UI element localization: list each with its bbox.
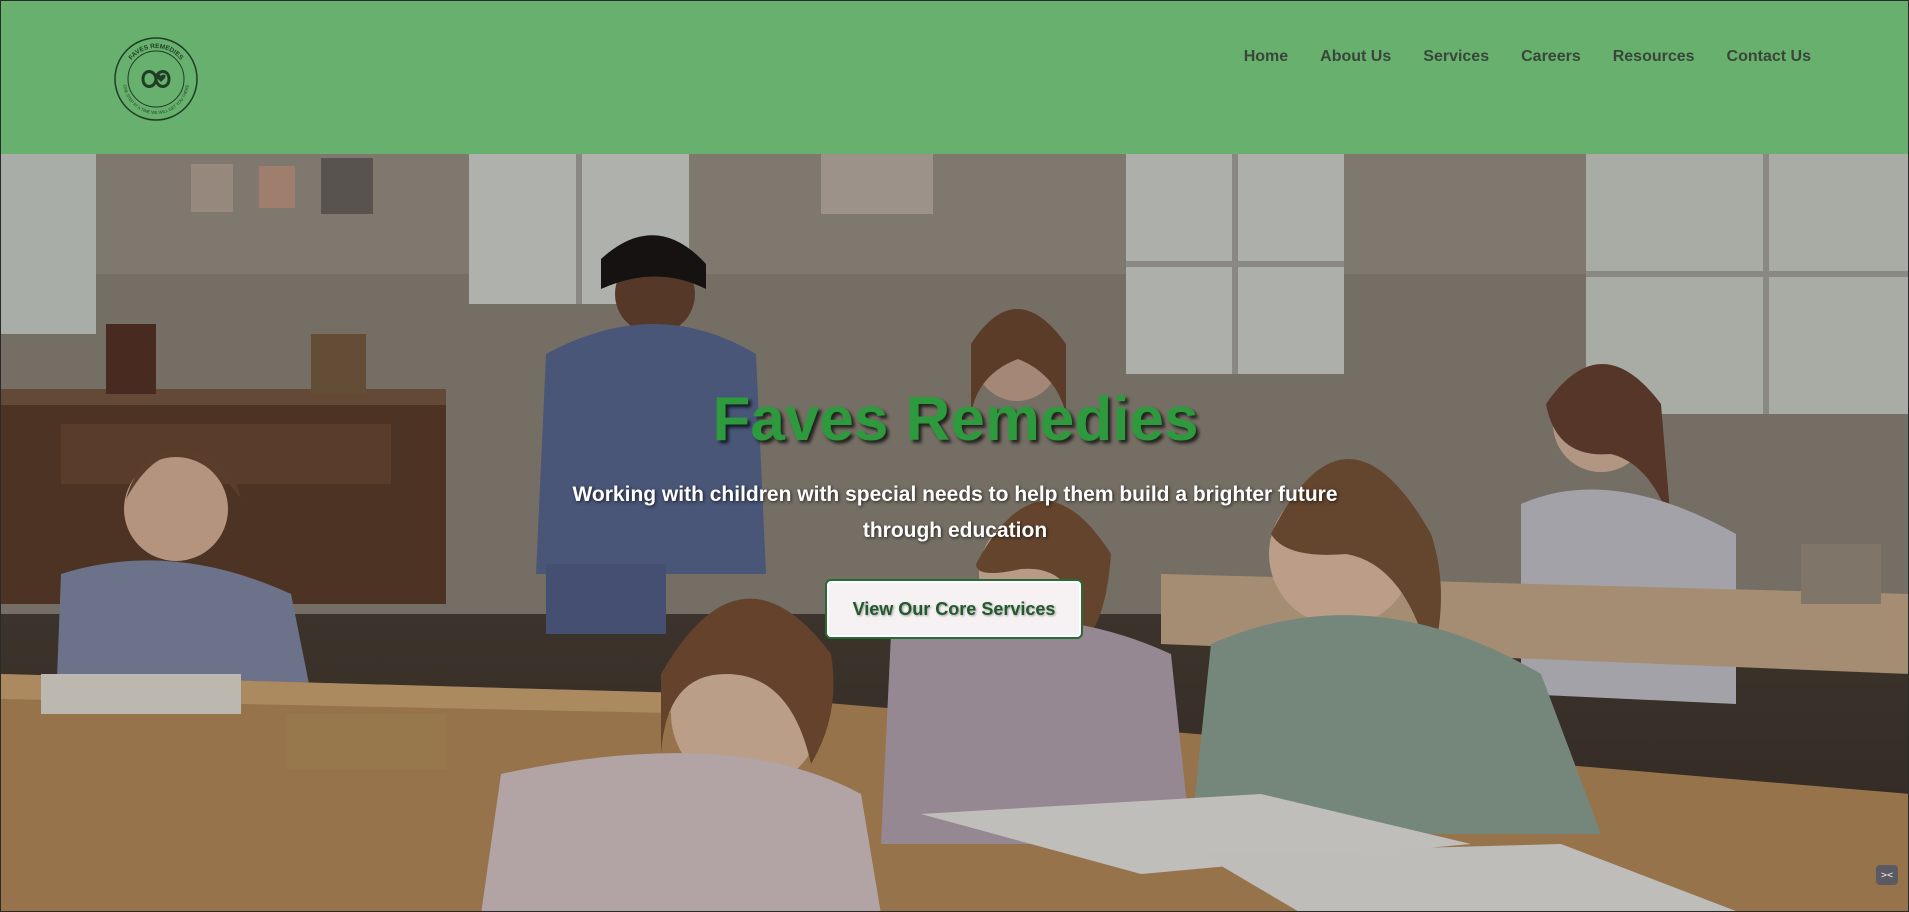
nav-about-us-link[interactable]: About Us: [1320, 48, 1391, 66]
site-logo[interactable]: FAVES REMEDIES ONE STEP AT A TIME WE WIL…: [113, 36, 199, 122]
hero-section: Faves Remedies Working with children wit…: [1, 154, 1908, 911]
main-nav: Home About Us Services Careers Resources…: [1212, 48, 1811, 66]
nav-careers-link[interactable]: Careers: [1521, 48, 1581, 66]
nav-home-link[interactable]: Home: [1244, 48, 1288, 66]
nav-contact-us-link[interactable]: Contact Us: [1727, 48, 1811, 66]
site-header: FAVES REMEDIES ONE STEP AT A TIME WE WIL…: [1, 1, 1908, 154]
nav-resources-link[interactable]: Resources: [1613, 48, 1695, 66]
view-core-services-button[interactable]: View Our Core Services: [825, 579, 1083, 639]
infinity-heart-logo-icon: FAVES REMEDIES ONE STEP AT A TIME WE WIL…: [114, 37, 198, 121]
code-icon[interactable]: ><: [1876, 865, 1898, 885]
hero-subtitle: Working with children with special needs…: [572, 483, 1338, 542]
page: FAVES REMEDIES ONE STEP AT A TIME WE WIL…: [0, 0, 1909, 912]
nav-services-link[interactable]: Services: [1423, 48, 1489, 66]
hero-title: Faves Remedies: [712, 385, 1199, 454]
